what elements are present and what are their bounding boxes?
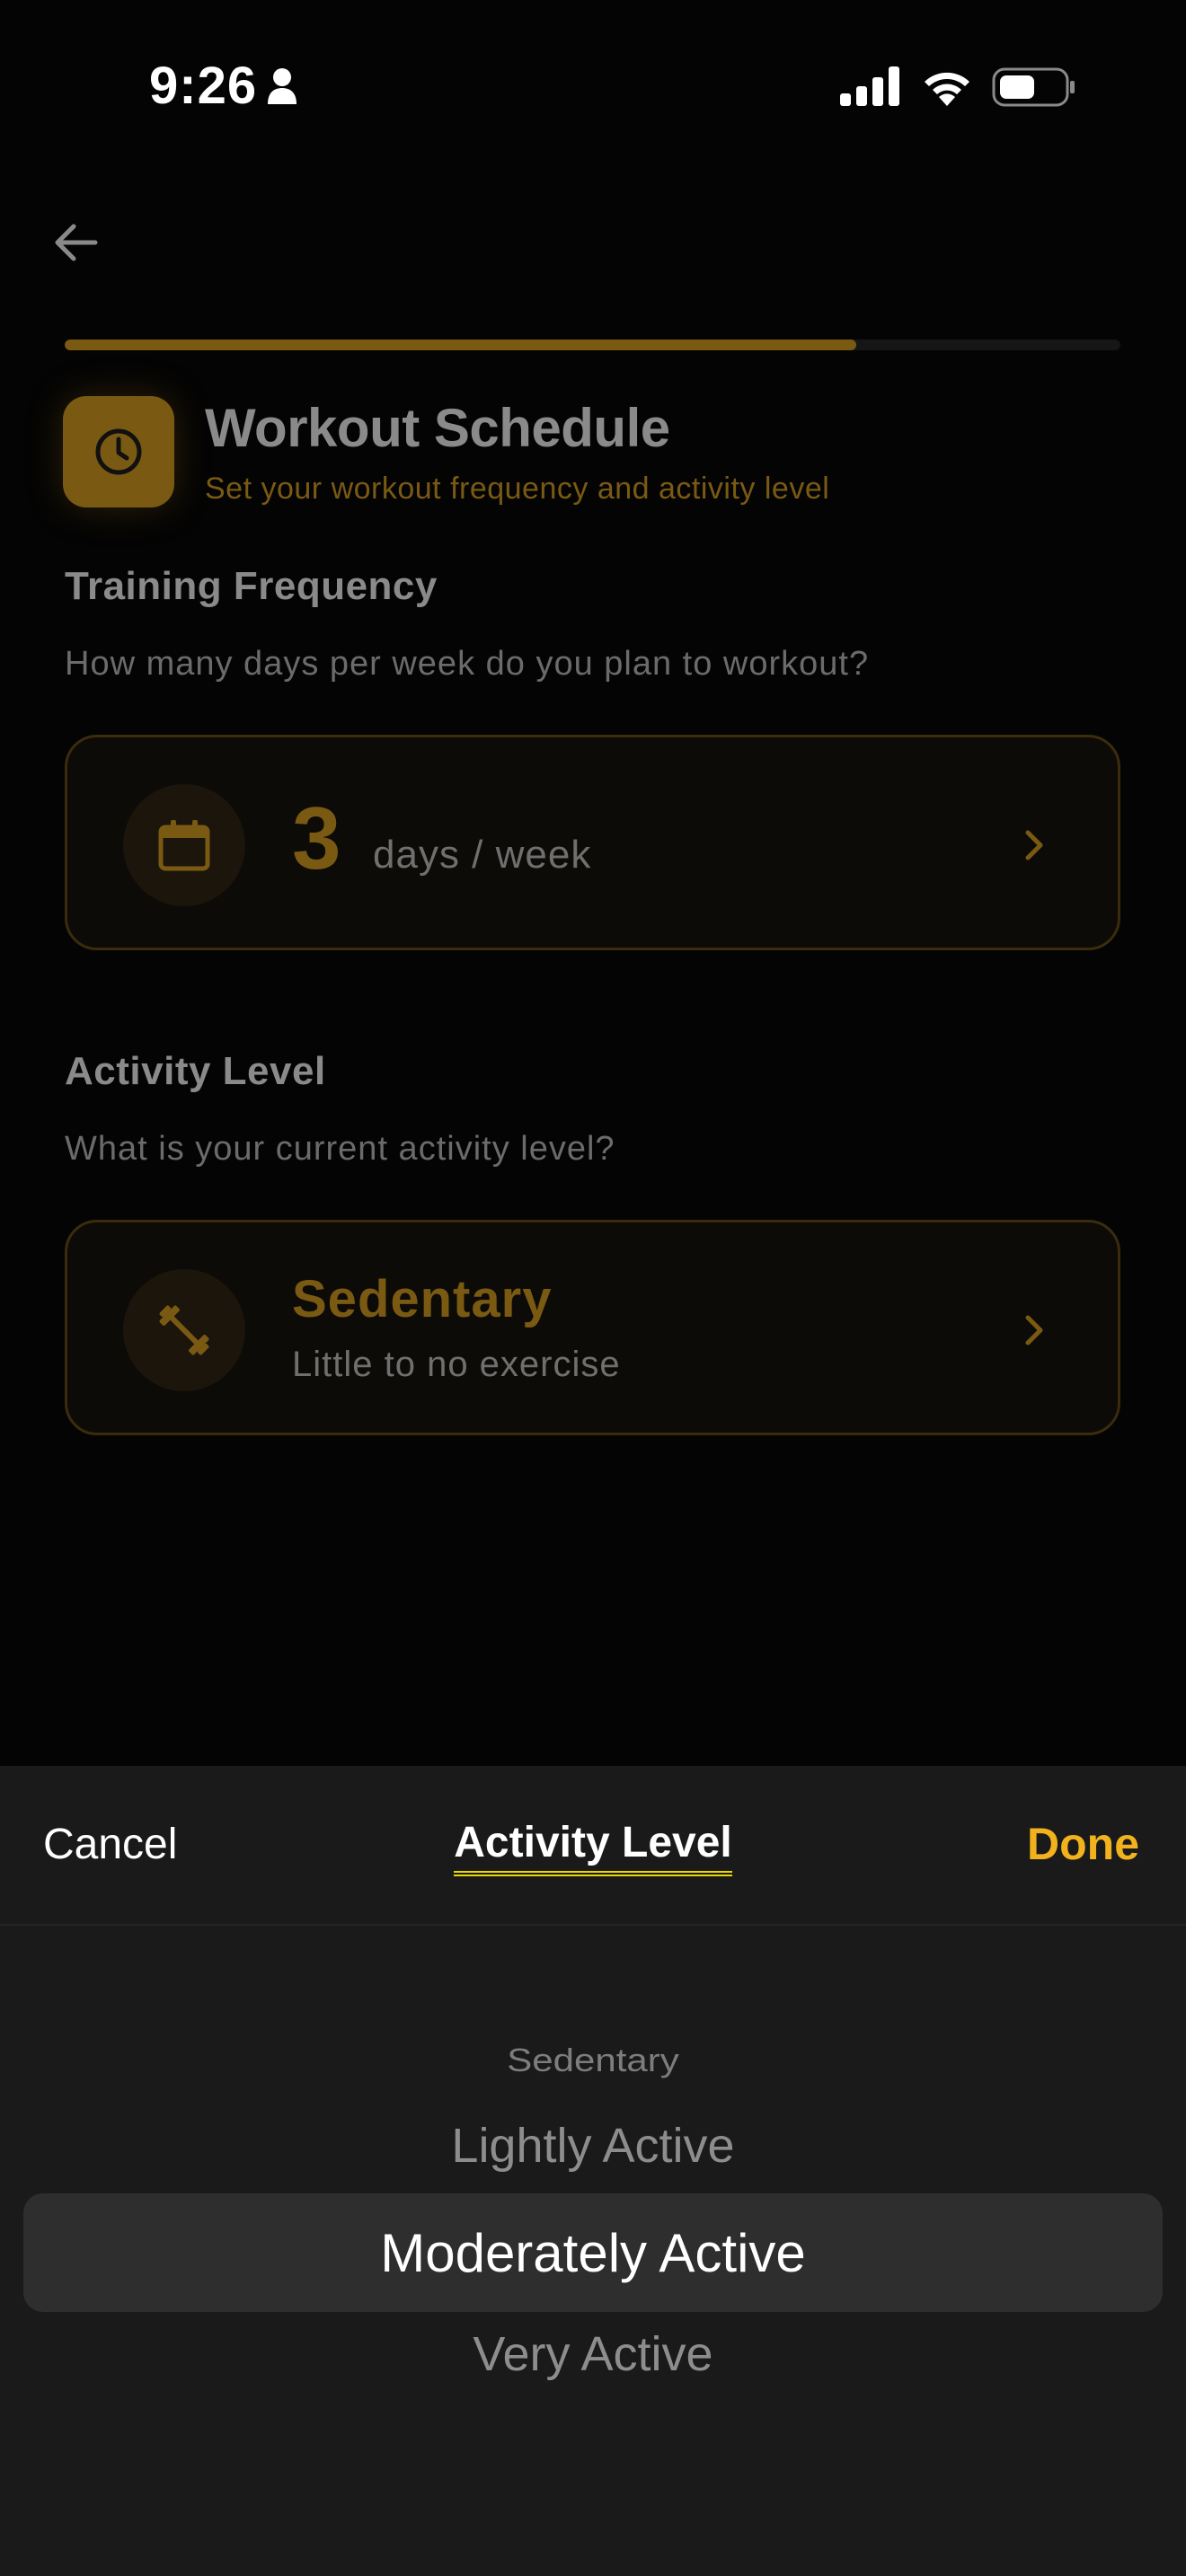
frequency-unit: days / week xyxy=(373,833,592,877)
training-frequency-title: Training Frequency xyxy=(65,564,438,608)
chevron-right-icon xyxy=(1025,1315,1043,1345)
activity-level-title: Activity Level xyxy=(65,1049,326,1093)
activity-level-description: What is your current activity level? xyxy=(65,1130,615,1168)
clock-icon xyxy=(95,428,142,475)
training-frequency-card[interactable]: 3 days / week xyxy=(65,735,1120,950)
activity-level-card[interactable]: Sedentary Little to no exercise xyxy=(65,1220,1120,1435)
status-time: 9:26 xyxy=(149,57,258,115)
picker-option-selected[interactable]: Moderately Active xyxy=(0,2222,1186,2284)
picker-option[interactable]: Lightly Active xyxy=(0,2118,1186,2174)
picker-title: Activity Level xyxy=(0,1818,1186,1876)
page-subtitle: Set your workout frequency and activity … xyxy=(205,472,830,506)
cellular-signal-icon xyxy=(840,66,899,106)
calendar-icon-circle xyxy=(123,784,245,906)
header-icon-tile xyxy=(63,396,174,507)
battery-icon xyxy=(992,67,1075,107)
arrow-left-icon xyxy=(55,224,98,261)
status-bar: 9:26 xyxy=(0,0,1186,171)
done-button[interactable]: Done xyxy=(1027,1818,1139,1870)
picker-option[interactable]: Very Active xyxy=(0,2326,1186,2382)
training-frequency-description: How many days per week do you plan to wo… xyxy=(65,645,870,683)
activity-level-value: Sedentary xyxy=(292,1270,553,1328)
chevron-right-icon xyxy=(1025,830,1043,860)
back-button[interactable] xyxy=(45,212,106,273)
progress-bar xyxy=(65,340,1120,350)
progress-fill xyxy=(65,340,857,350)
picker-option[interactable]: Sedentary xyxy=(0,2042,1186,2079)
activity-level-value-description: Little to no exercise xyxy=(292,1345,621,1384)
dumbbell-icon-circle xyxy=(123,1269,245,1391)
activity-level-picker-sheet: Cancel Activity Level Done Sedentary Lig… xyxy=(0,1766,1186,2576)
picker-toolbar: Cancel Activity Level Done xyxy=(0,1766,1186,1926)
page-title: Workout Schedule xyxy=(205,398,670,458)
person-icon xyxy=(268,68,296,104)
wifi-icon xyxy=(925,72,969,106)
picker-title-text: Activity Level xyxy=(454,1818,732,1876)
dumbbell-icon xyxy=(159,1305,209,1355)
workout-schedule-screen: 9:26 Workout Schedule Set your workout f… xyxy=(0,0,1186,2576)
calendar-icon xyxy=(158,820,210,871)
frequency-value: 3 xyxy=(292,789,341,887)
